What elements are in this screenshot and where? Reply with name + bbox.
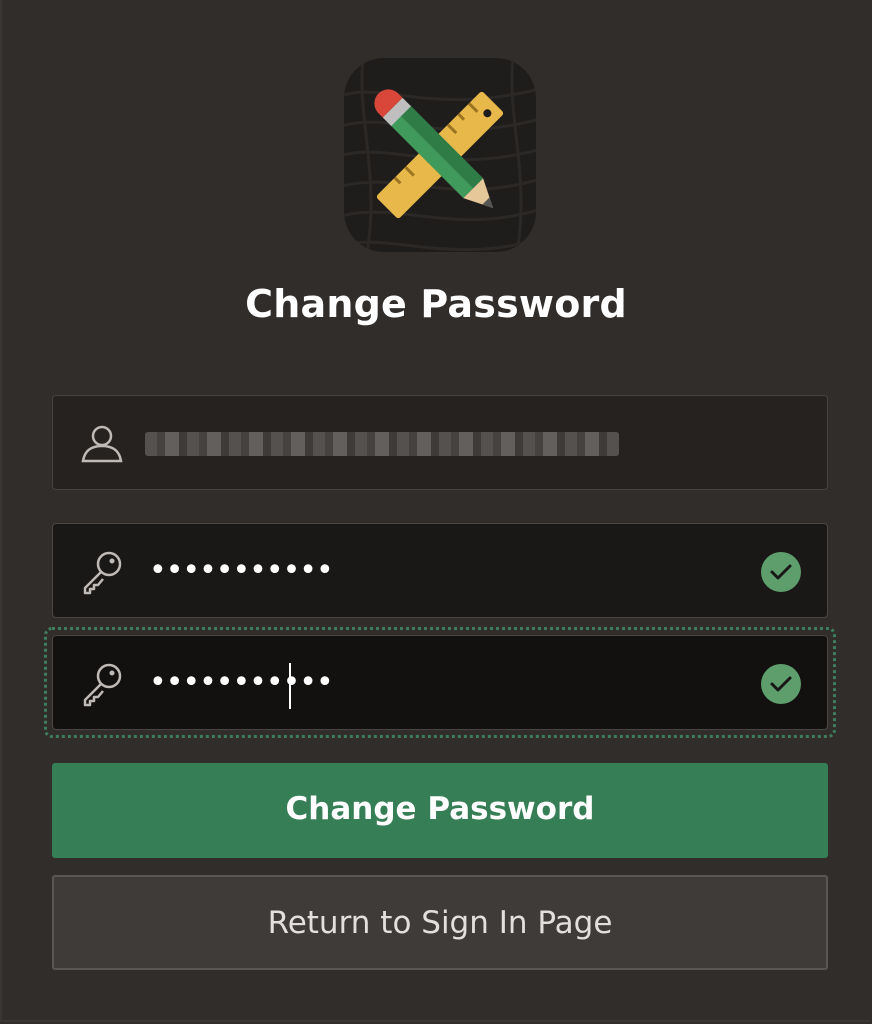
page-title: Change Password: [245, 282, 627, 326]
username-value-obscured: [145, 432, 619, 456]
new-password-value: •••••••••••: [149, 553, 334, 588]
change-password-button[interactable]: Change Password: [52, 763, 828, 858]
new-password-field[interactable]: •••••••••••: [52, 523, 828, 618]
app-logo: [344, 58, 536, 252]
return-to-sign-in-button[interactable]: Return to Sign In Page: [52, 875, 828, 970]
user-icon: [81, 425, 123, 463]
key-icon: [83, 551, 122, 595]
username-field[interactable]: [52, 395, 828, 490]
check-circle-icon: [761, 552, 801, 592]
confirm-password-field[interactable]: •••••••••••: [52, 635, 828, 730]
check-circle-icon: [761, 664, 801, 704]
key-icon: [83, 663, 122, 707]
pencil-ruler-icon: [344, 58, 536, 252]
text-caret: [289, 663, 291, 709]
confirm-password-value: •••••••••••: [149, 665, 334, 700]
